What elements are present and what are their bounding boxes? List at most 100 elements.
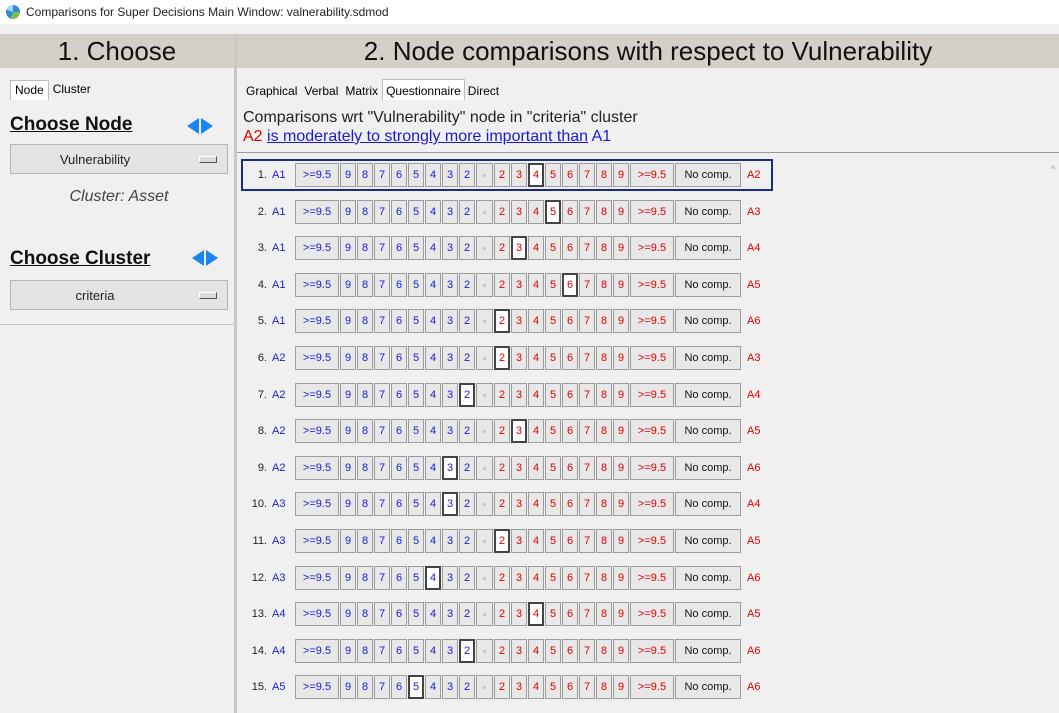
scale-cell-left[interactable]: 3 [442, 492, 458, 516]
scale-cell-right[interactable]: 9 [613, 163, 629, 187]
scale-cell-left[interactable]: 9 [340, 200, 356, 224]
scale-cell-left[interactable]: 2 [459, 309, 475, 333]
scale-cell-right[interactable]: 2 [494, 383, 510, 407]
no-comparison-button[interactable]: No comp. [675, 529, 741, 553]
scale-cell-left[interactable]: 5 [408, 273, 424, 297]
scale-cell-right[interactable]: 9 [613, 566, 629, 590]
scale-cell-left[interactable]: 5 [408, 492, 424, 516]
scale-cell-left[interactable]: 2 [459, 675, 475, 699]
scale-cell-left[interactable]: 2 [459, 163, 475, 187]
scale-cell-left[interactable]: 9 [340, 163, 356, 187]
scale-cell-right[interactable]: 8 [596, 639, 612, 663]
scale-cell-left[interactable]: 3 [442, 639, 458, 663]
scale-cell-left[interactable]: 9 [340, 602, 356, 626]
scale-cell-left[interactable]: 4 [425, 236, 441, 260]
scale-cell-right[interactable]: 2 [494, 639, 510, 663]
scale-cell-right[interactable]: 8 [596, 602, 612, 626]
node-dropdown[interactable]: Vulnerability [10, 144, 228, 174]
scale-cell-left[interactable]: 5 [408, 529, 424, 553]
scale-cell-right[interactable]: 4 [528, 456, 544, 480]
scale-cell-left[interactable]: 4 [425, 200, 441, 224]
scale-cell-left[interactable]: 8 [357, 529, 373, 553]
scale-cell-right[interactable]: 6 [562, 566, 578, 590]
scale-cell-left[interactable]: 9 [340, 309, 356, 333]
scale-cell-left[interactable]: 4 [425, 529, 441, 553]
scale-cell-left[interactable]: 7 [374, 309, 390, 333]
scale-cell-right[interactable]: 6 [562, 639, 578, 663]
scale-cell-left[interactable]: 8 [357, 236, 373, 260]
scale-cell-left[interactable]: 6 [391, 639, 407, 663]
scale-cell-equal[interactable] [476, 346, 493, 370]
no-comparison-button[interactable]: No comp. [675, 419, 741, 443]
scale-cell-left[interactable]: 5 [408, 675, 424, 699]
scale-cell-right[interactable]: 4 [528, 273, 544, 297]
scale-cell-right[interactable]: 7 [579, 639, 595, 663]
scale-cell-right[interactable]: 9 [613, 309, 629, 333]
scale-cell-left[interactable]: 4 [425, 383, 441, 407]
scale-cell-left[interactable]: 8 [357, 566, 373, 590]
scale-cell-right[interactable]: 4 [528, 346, 544, 370]
tab-node[interactable]: Node [10, 80, 49, 100]
scale-cell-right[interactable]: 3 [511, 346, 527, 370]
scale-cell-left[interactable]: 2 [459, 236, 475, 260]
scale-cell-right[interactable]: 7 [579, 200, 595, 224]
vertical-scrollbar[interactable] [1049, 160, 1059, 713]
scale-cell-right[interactable]: 3 [511, 529, 527, 553]
scale-cell-right[interactable]: >=9.5 [630, 200, 674, 224]
scale-cell-left[interactable]: 8 [357, 383, 373, 407]
scale-cell-right[interactable]: 4 [528, 675, 544, 699]
scale-cell-equal[interactable] [476, 200, 493, 224]
scale-cell-right[interactable]: 2 [494, 200, 510, 224]
scale-cell-right[interactable]: 3 [511, 675, 527, 699]
scale-cell-right[interactable]: 9 [613, 200, 629, 224]
scale-cell-right[interactable]: 6 [562, 236, 578, 260]
scale-cell-right[interactable]: 2 [494, 529, 510, 553]
scale-cell-left[interactable]: 5 [408, 639, 424, 663]
scale-cell-left[interactable]: 6 [391, 163, 407, 187]
scale-cell-right[interactable]: 3 [511, 602, 527, 626]
scale-cell-left[interactable]: 2 [459, 346, 475, 370]
tab-direct[interactable]: Direct [465, 82, 503, 100]
scale-cell-right[interactable]: 9 [613, 346, 629, 370]
scale-cell-right[interactable]: 5 [545, 566, 561, 590]
no-comparison-button[interactable]: No comp. [675, 675, 741, 699]
scale-cell-left[interactable]: 2 [459, 529, 475, 553]
scale-cell-right[interactable]: 4 [528, 566, 544, 590]
scale-cell-left[interactable]: 8 [357, 273, 373, 297]
scale-cell-right[interactable]: 8 [596, 566, 612, 590]
scale-cell-left[interactable]: 2 [459, 639, 475, 663]
scale-cell-left[interactable]: >=9.5 [295, 492, 339, 516]
scale-cell-left[interactable]: 8 [357, 163, 373, 187]
scale-cell-right[interactable]: 5 [545, 419, 561, 443]
scale-cell-right[interactable]: 3 [511, 639, 527, 663]
scale-cell-right[interactable]: 4 [528, 383, 544, 407]
scale-cell-left[interactable]: 6 [391, 492, 407, 516]
scale-cell-left[interactable]: 6 [391, 346, 407, 370]
scale-cell-right[interactable]: 7 [579, 419, 595, 443]
tab-matrix[interactable]: Matrix [342, 82, 382, 100]
no-comparison-button[interactable]: No comp. [675, 346, 741, 370]
scale-cell-right[interactable]: 9 [613, 383, 629, 407]
scale-cell-left[interactable]: >=9.5 [295, 675, 339, 699]
scale-cell-left[interactable]: >=9.5 [295, 529, 339, 553]
scale-cell-right[interactable]: 5 [545, 456, 561, 480]
scale-cell-left[interactable]: 2 [459, 383, 475, 407]
no-comparison-button[interactable]: No comp. [675, 456, 741, 480]
scale-cell-left[interactable]: 4 [425, 675, 441, 699]
scale-cell-left[interactable]: 5 [408, 383, 424, 407]
scale-cell-right[interactable]: 8 [596, 273, 612, 297]
scale-cell-left[interactable]: >=9.5 [295, 639, 339, 663]
scale-cell-left[interactable]: 7 [374, 529, 390, 553]
scale-cell-left[interactable]: 9 [340, 529, 356, 553]
scale-cell-left[interactable]: >=9.5 [295, 236, 339, 260]
scale-cell-left[interactable]: 7 [374, 273, 390, 297]
scale-cell-left[interactable]: 8 [357, 419, 373, 443]
description-verbal-judgment[interactable]: is moderately to strongly more important… [267, 128, 588, 145]
scale-cell-equal[interactable] [476, 456, 493, 480]
scale-cell-equal[interactable] [476, 309, 493, 333]
scale-cell-equal[interactable] [476, 529, 493, 553]
scale-cell-left[interactable]: 7 [374, 236, 390, 260]
scale-cell-equal[interactable] [476, 273, 493, 297]
scale-cell-right[interactable]: 8 [596, 383, 612, 407]
scale-cell-left[interactable]: 3 [442, 200, 458, 224]
